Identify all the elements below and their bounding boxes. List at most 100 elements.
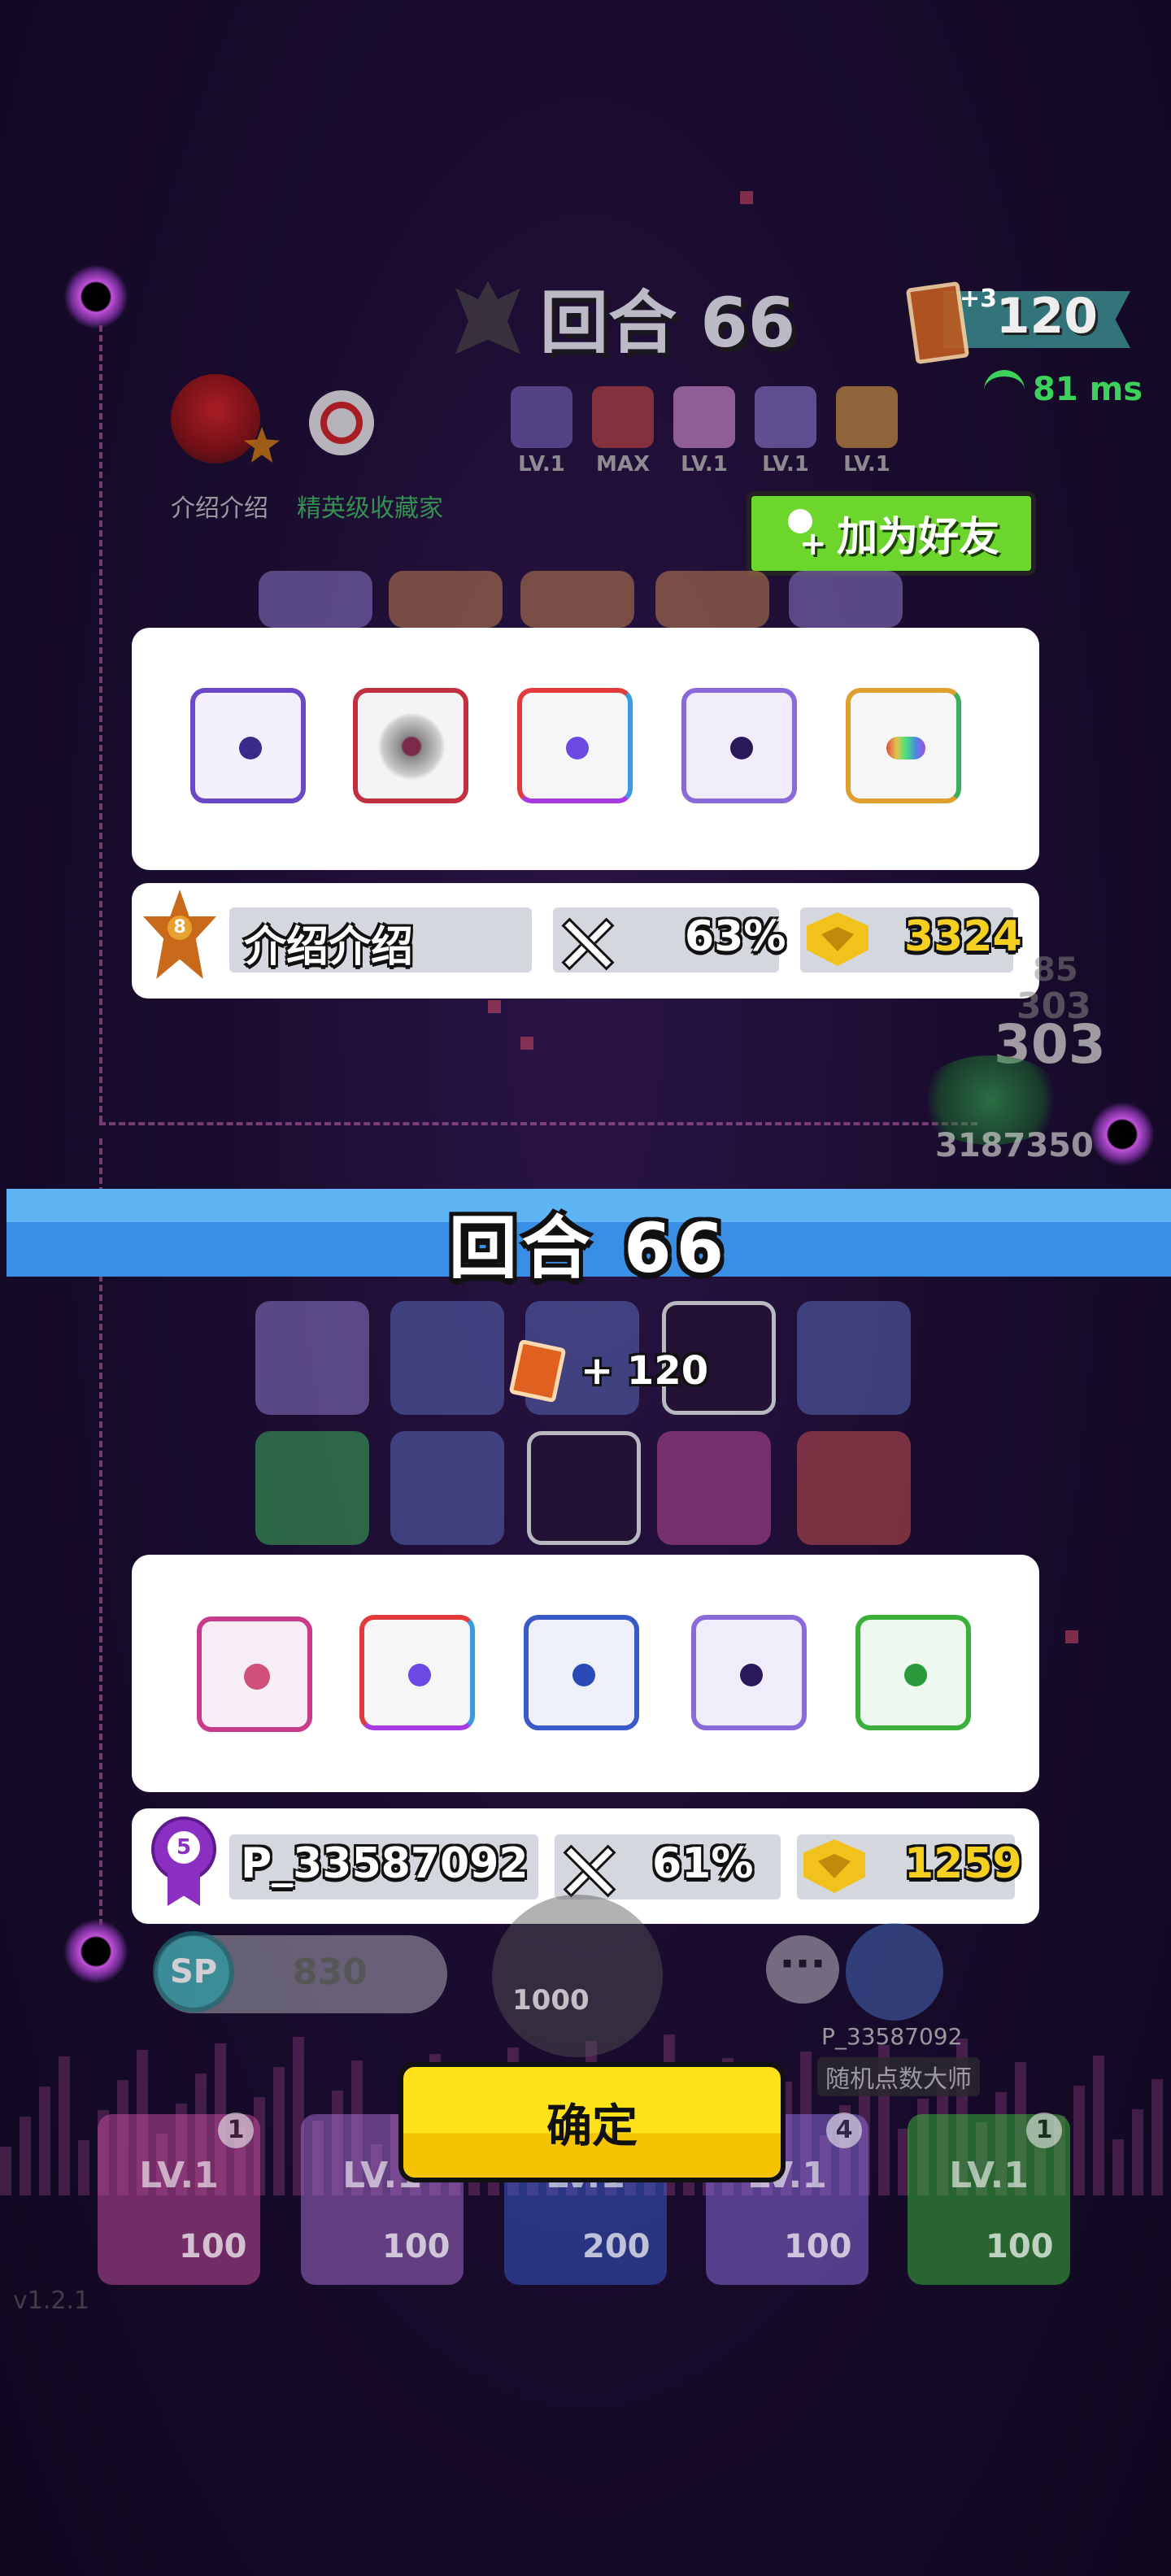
- roll-cost: 1000: [512, 1984, 590, 2017]
- equalizer-bar: [1132, 2109, 1143, 2195]
- mini-dice-level: LV.1: [518, 452, 565, 476]
- card-reward: + 120: [508, 1338, 709, 1403]
- opponent-mini-dice: [836, 386, 898, 448]
- opponent-name: 介绍介绍: [171, 494, 268, 523]
- opponent-mini-dice: [673, 386, 735, 448]
- board-tile: [797, 1301, 911, 1415]
- equalizer-bar: [39, 2086, 50, 2195]
- confirm-button[interactable]: 确定: [398, 2062, 786, 2182]
- deck-dice-4[interactable]: [681, 688, 797, 803]
- mini-dice-level: LV.1: [681, 452, 728, 476]
- opponent-title: 精英级收藏家: [297, 494, 443, 523]
- board-tile: [255, 1301, 369, 1415]
- board-tile: [655, 571, 769, 628]
- deck-card-count: 1: [218, 2113, 254, 2148]
- emote-button[interactable]: ···: [766, 1935, 839, 2004]
- portal-icon: [1090, 1102, 1155, 1167]
- player-title: 随机点数大师: [817, 2057, 980, 2096]
- deck-card-count: 1: [1026, 2113, 1062, 2148]
- rank-star-icon: 8: [143, 890, 216, 979]
- version-text: v1.2.1: [13, 2287, 90, 2315]
- deck-dice-3[interactable]: [524, 1615, 639, 1730]
- deck-dice-2[interactable]: [359, 1615, 475, 1730]
- board-tile: [797, 1431, 911, 1545]
- card-counter: +3 120: [905, 281, 1130, 365]
- portal-icon: [63, 264, 128, 329]
- sp-icon: SP: [153, 1931, 234, 2012]
- equalizer-bar: [59, 2056, 70, 2195]
- boss-total: 3187350: [935, 1127, 1094, 1164]
- card-bonus: +3: [960, 285, 998, 313]
- deck-card-count: 4: [826, 2113, 862, 2148]
- deck-dice-2[interactable]: [353, 688, 468, 803]
- round-label: 回合 66: [540, 283, 796, 363]
- player-win-rate: 61%: [652, 1839, 754, 1888]
- opponent-stat-name: 介绍介绍: [244, 923, 414, 972]
- roll-dice-button[interactable]: [492, 1895, 663, 2057]
- opponent-stats-row: 8 介绍介绍 63% 3324: [132, 883, 1039, 999]
- card-count: 120: [995, 288, 1098, 345]
- deck-dice-1[interactable]: [190, 688, 306, 803]
- add-friend-label: 加为好友: [837, 513, 999, 560]
- opponent-mini-dice: [511, 386, 572, 448]
- mini-dice-level: LV.1: [762, 452, 809, 476]
- equalizer-bar: [1151, 2079, 1163, 2195]
- opponent-trophies: 3324: [904, 912, 1022, 961]
- banner-round-label: 回合 66: [448, 1208, 729, 1288]
- board-tile: [259, 571, 372, 628]
- deck-card-cost: 100: [179, 2228, 247, 2265]
- round-indicator-top: 回合 66: [455, 268, 795, 367]
- deck-dice-1[interactable]: [197, 1617, 312, 1732]
- add-friend-button[interactable]: 加为好友: [747, 491, 1036, 576]
- spark: [520, 1037, 533, 1050]
- equalizer-bar: [1073, 2086, 1085, 2195]
- deck-dice-3[interactable]: [517, 688, 633, 803]
- confirm-label: 确定: [546, 2100, 638, 2153]
- opponent-avatar[interactable]: [171, 374, 260, 463]
- opponent-mini-dice: [755, 386, 816, 448]
- ping-value: 81 ms: [1033, 371, 1143, 408]
- score-stack-1: 85: [1033, 951, 1078, 989]
- card-icon: [508, 1338, 567, 1403]
- deck-card-cost: 100: [784, 2228, 852, 2265]
- opponent-win-rate: 63%: [685, 912, 786, 961]
- deck-card-cost: 100: [986, 2228, 1054, 2265]
- opponent-mini-dice: [592, 386, 654, 448]
- player-trophies: 1259: [904, 1839, 1022, 1888]
- equalizer-bar: [20, 2117, 31, 2195]
- deck-dice-5[interactable]: [855, 1615, 971, 1730]
- deck-dice-5[interactable]: [846, 688, 961, 803]
- board-tile: [520, 571, 634, 628]
- board-tile: [657, 1431, 771, 1545]
- mini-dice-level: MAX: [595, 452, 651, 476]
- spark: [488, 1000, 501, 1013]
- player-stat-name: P_33587092: [241, 1839, 529, 1888]
- board-tile: [390, 1431, 504, 1545]
- spark: [740, 191, 753, 204]
- add-user-icon: [783, 509, 827, 563]
- board-tile: [255, 1431, 369, 1545]
- board-tile: [789, 571, 903, 628]
- mini-dice-level: LV.1: [843, 452, 890, 476]
- board-tile: [389, 571, 503, 628]
- deck-card-cost: 200: [582, 2228, 651, 2265]
- player-deck-panel: [132, 1555, 1039, 1792]
- deck-card-cost: 100: [382, 2228, 451, 2265]
- portal-icon: [63, 1919, 128, 1984]
- equalizer-bar: [78, 2140, 89, 2195]
- deck-card-level: LV.1: [949, 2155, 1029, 2196]
- demon-icon: [455, 281, 520, 355]
- deck-dice-4[interactable]: [691, 1615, 807, 1730]
- sword-icon: [558, 1839, 615, 1896]
- player-name: P_33587092: [821, 2023, 963, 2050]
- block-icon[interactable]: [309, 390, 374, 455]
- card-reward-text: + 120: [581, 1348, 709, 1394]
- player-avatar[interactable]: [846, 1923, 943, 2021]
- path-border: [99, 1122, 977, 1125]
- sword-icon: [556, 912, 613, 969]
- wifi-icon: [984, 370, 1025, 409]
- equalizer-bar: [1112, 2139, 1124, 2195]
- equalizer-bar: [273, 2067, 285, 2195]
- empty-slot: [527, 1431, 641, 1545]
- spark: [1065, 1630, 1078, 1643]
